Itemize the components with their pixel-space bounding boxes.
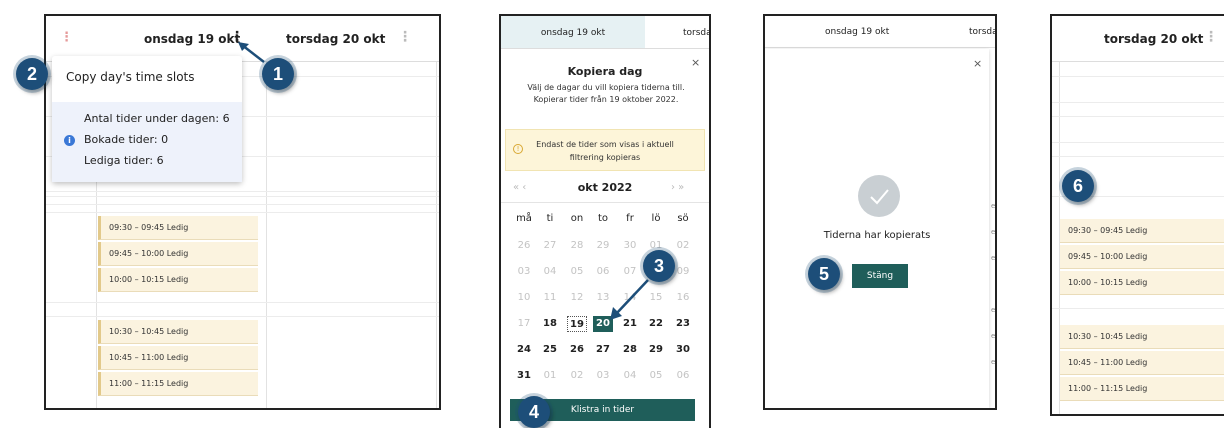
calendar-day: 28 (570, 240, 584, 251)
success-message: Tiderna har kopierats (823, 230, 931, 241)
day-header-thursday: torsda (969, 27, 997, 37)
weekday-label: lö (651, 213, 661, 224)
time-slot[interactable]: 10:30 – 10:45 Ledig (98, 320, 258, 344)
total-slots-text: Antal tider under dagen: 6 (84, 112, 230, 125)
booked-slots-text: Bokade tider: 0 (84, 133, 169, 146)
calendar-day[interactable]: 31 (514, 368, 534, 384)
copy-day-dialog-panel: onsdag 19 okt torsda × Kopiera dag Välj … (499, 14, 711, 428)
calendar-day: 11 (543, 292, 557, 303)
kebab-menu-icon[interactable]: ⋮ (398, 29, 412, 45)
day-header-thursday[interactable]: torsdag 20 okt (1104, 32, 1203, 46)
calendar-day: 17 (517, 318, 531, 329)
warning-box: ! Endast de tider som visas i aktuell fi… (505, 129, 705, 171)
calendar-day[interactable]: 23 (673, 316, 693, 332)
time-slot[interactable]: 10:45 – 11:00 Ledig (98, 346, 258, 370)
tab-wednesday[interactable]: onsdag 19 okt (501, 16, 645, 48)
calendar-panel-step1: ⋮ onsdag 19 okt ⋮ torsdag 20 okt ⋮ 09:30… (44, 14, 441, 410)
kebab-menu-icon[interactable]: ⋮ (1204, 29, 1218, 45)
day-header-wednesday: onsdag 19 okt (825, 27, 890, 37)
calendar-day: 10 (517, 292, 531, 303)
weekday-label: ti (546, 213, 554, 224)
calendar-day: 01 (543, 370, 557, 381)
checkmark-icon (858, 175, 900, 217)
callout-2: 2 (16, 58, 48, 90)
dialog-title: Kopiera dag (567, 65, 643, 78)
warning-icon: ! (513, 144, 523, 154)
weekday-label: to (597, 213, 609, 224)
copy-success-panel: onsdag 19 okt torsda × Tiderna har kopie… (763, 14, 997, 410)
calendar-day: 05 (649, 370, 663, 381)
calendar-day: 09 (676, 266, 690, 277)
time-slot[interactable]: 09:30 – 09:45 Ledig (1060, 219, 1224, 243)
callout-4: 4 (518, 396, 550, 428)
time-slot[interactable]: 11:00 – 11:15 Ledig (98, 372, 258, 396)
weekday-label: sö (677, 213, 689, 224)
calendar-day[interactable]: 29 (646, 342, 666, 358)
close-icon[interactable]: × (973, 57, 982, 70)
copy-day-menu-item[interactable]: Copy day's time slots (66, 70, 195, 84)
next-month-icon[interactable]: › » (671, 182, 684, 193)
day-header-thursday[interactable]: torsdag 20 okt (286, 32, 385, 46)
calendar-day: 26 (517, 240, 531, 251)
calendar-day: 12 (570, 292, 584, 303)
time-slot[interactable]: 11:00 – 11:15 Ledig (1060, 377, 1224, 401)
calendar-day: 03 (517, 266, 531, 277)
calendar-day: 16 (676, 292, 690, 303)
calendar-day[interactable]: 18 (540, 316, 560, 332)
close-button[interactable]: Stäng (852, 264, 908, 288)
calendar-day[interactable]: 28 (620, 342, 640, 358)
day-summary-box: Antal tider under dagen: 6 i Bokade tide… (52, 102, 242, 182)
calendar-day: 06 (676, 370, 690, 381)
time-slot[interactable]: 09:45 – 10:00 Ledig (1060, 245, 1224, 269)
kebab-icon-faded: ⋮ (60, 30, 73, 45)
calendar-day[interactable]: 24 (514, 342, 534, 358)
day-context-menu: Copy day's time slots Antal tider under … (52, 56, 242, 182)
free-slots-text: Lediga tider: 6 (84, 154, 164, 167)
calendar-day: 05 (570, 266, 584, 277)
callout-3: 3 (643, 250, 675, 282)
arrow-icon (610, 279, 649, 320)
day-header-wednesday[interactable]: onsdag 19 okt (144, 32, 240, 46)
calendar-day: 03 (596, 370, 610, 381)
time-slot[interactable]: 09:45 – 10:00 Ledig (98, 242, 258, 266)
callout-1: 1 (262, 58, 294, 90)
info-icon: i (64, 135, 75, 146)
calendar-panel-result: torsdag 20 okt ⋮ 09:30 – 09:45 Ledig 09:… (1050, 14, 1224, 416)
success-dialog: × Tiderna har kopierats Stäng (765, 49, 989, 408)
calendar-day[interactable]: 25 (540, 342, 560, 358)
warning-text: Endast de tider som visas i aktuell filt… (536, 140, 674, 162)
calendar-day-source[interactable]: 19 (567, 316, 587, 332)
calendar-day: 04 (623, 370, 637, 381)
time-slot[interactable]: 09:30 – 09:45 Ledig (98, 216, 258, 240)
calendar-day[interactable]: 26 (567, 342, 587, 358)
callout-5: 5 (808, 258, 840, 290)
callout-6: 6 (1062, 170, 1094, 202)
weekday-label: on (570, 213, 584, 224)
calendar-day: 04 (543, 266, 557, 277)
time-slot[interactable]: 10:45 – 11:00 Ledig (1060, 351, 1224, 375)
calendar-day[interactable]: 30 (673, 342, 693, 358)
time-slot[interactable]: 10:00 – 10:15 Ledig (1060, 271, 1224, 295)
calendar-day: 02 (676, 240, 690, 251)
time-slot[interactable]: 10:00 – 10:15 Ledig (98, 268, 258, 292)
calendar-day: 30 (623, 240, 637, 251)
dialog-description: Välj de dagar du vill kopiera tiderna ti… (527, 83, 685, 104)
calendar-day: 29 (596, 240, 610, 251)
weekday-label: fr (626, 213, 634, 224)
tab-thursday[interactable]: torsda (683, 16, 709, 50)
calendar-day: 02 (570, 370, 584, 381)
calendar-day: 27 (543, 240, 557, 251)
time-slot[interactable]: 10:30 – 10:45 Ledig (1060, 325, 1224, 349)
weekday-label: må (516, 213, 532, 224)
arrow-icon (238, 42, 265, 63)
calendar-day[interactable]: 27 (593, 342, 613, 358)
